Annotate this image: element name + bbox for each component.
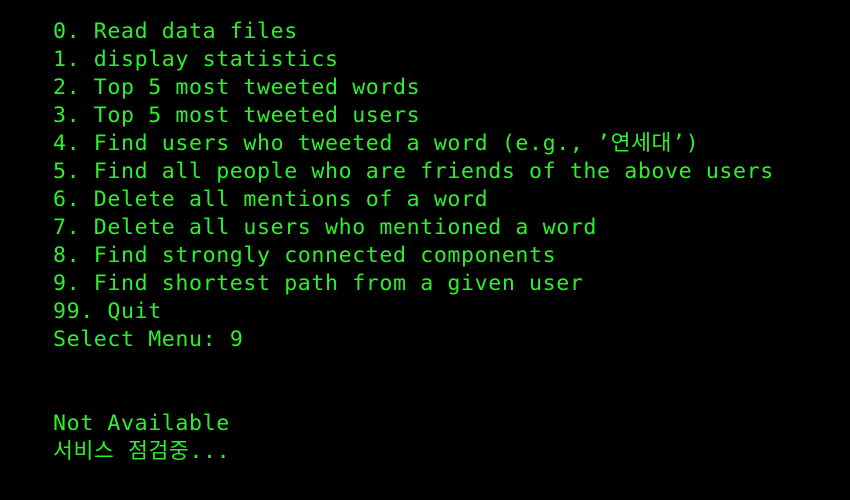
menu-item-read-data-files: 0. Read data files (53, 19, 298, 44)
menu-item-find-users-by-word: 4. Find users who tweeted a word (e.g., … (53, 131, 700, 156)
select-menu-prompt[interactable]: Select Menu: 9 (53, 326, 850, 354)
prompt-label: Select Menu: (53, 327, 230, 352)
menu-item-top-words: 2. Top 5 most tweeted words (53, 75, 421, 100)
menu-item-top-users: 3. Top 5 most tweeted users (53, 103, 421, 128)
menu-item-delete-mentions: 6. Delete all mentions of a word (53, 187, 489, 212)
menu-item-strongly-connected: 8. Find strongly connected components (53, 243, 557, 268)
output-not-available: Not Available (53, 411, 230, 436)
menu-item-display-statistics: 1. display statistics (53, 47, 339, 72)
output-service-maintenance: 서비스 점검중... (53, 439, 231, 464)
prompt-input-value[interactable]: 9 (230, 327, 244, 352)
menu-item-delete-users: 7. Delete all users who mentioned a word (53, 215, 598, 240)
menu-item-shortest-path: 9. Find shortest path from a given user (53, 271, 584, 296)
terminal-window: 0. Read data files 1. display statistics… (0, 0, 850, 500)
menu-item-find-friends: 5. Find all people who are friends of th… (53, 159, 774, 184)
blank-lines (53, 354, 850, 410)
menu-item-quit: 99. Quit (53, 299, 162, 324)
